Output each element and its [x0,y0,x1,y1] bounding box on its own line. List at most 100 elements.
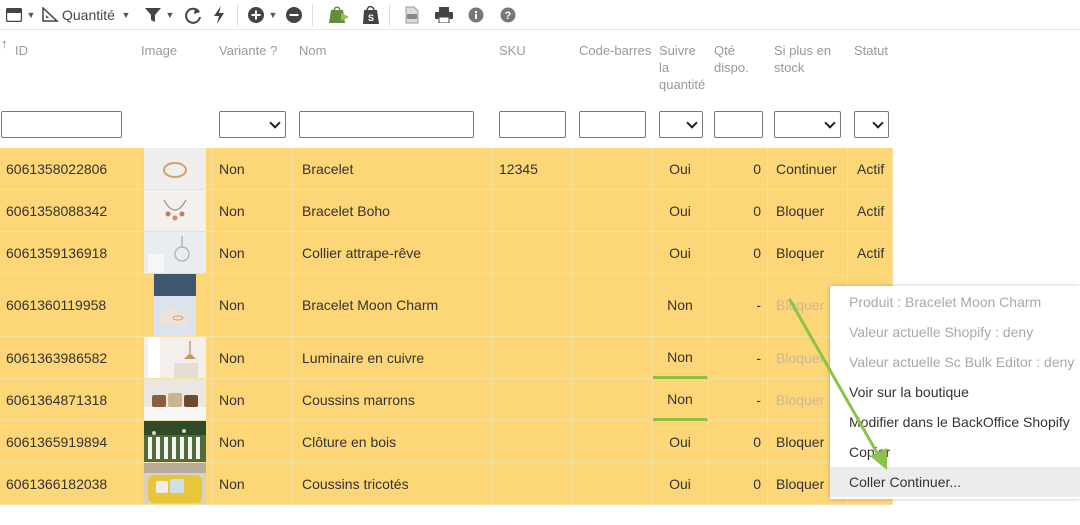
cell-sku[interactable] [493,421,573,463]
cell-code-barres[interactable] [573,379,653,421]
header-si-plus-en-stock[interactable]: Si plus en stock [774,42,840,76]
filter-statut-select[interactable] [854,111,889,138]
header-statut[interactable]: Statut [854,42,888,59]
cell-suivre[interactable]: Oui [653,148,708,190]
cell-qte[interactable]: - [708,274,768,337]
cell-sku[interactable] [493,337,573,379]
table-row[interactable]: 6061364871318 Non Coussins marrons Non -… [0,379,893,421]
shopify-sync-button[interactable] [327,1,351,29]
cell-nom[interactable]: Clôture en bois [293,421,493,463]
cell-statut[interactable]: Actif [848,232,893,274]
cell-id[interactable]: 6061365919894 [0,421,138,463]
cell-variante[interactable]: Non [213,232,293,274]
cell-qte[interactable]: - [708,379,768,421]
header-code-barres[interactable]: Code-barres [579,42,651,59]
cell-stock[interactable]: Bloquer [768,232,848,274]
cell-variante[interactable]: Non [213,190,293,232]
csv-export-button[interactable] [402,1,422,29]
header-image[interactable]: Image [141,42,177,59]
cell-qte[interactable]: - [708,337,768,379]
cell-suivre[interactable]: Non [653,337,708,379]
cell-code-barres[interactable] [573,274,653,337]
cell-suivre[interactable]: Oui [653,190,708,232]
lightning-button[interactable] [209,1,229,29]
menu-item-modifier-backoffice[interactable]: Modifier dans le BackOffice Shopify [830,407,1080,437]
cell-image[interactable] [138,379,213,421]
sort-ascending-icon[interactable]: ↑ [1,36,8,51]
filter-code-barres-input[interactable] [579,111,646,138]
cell-qte[interactable]: 0 [708,190,768,232]
cell-code-barres[interactable] [573,463,653,505]
cell-code-barres[interactable] [573,190,653,232]
filter-suivre-select[interactable] [659,111,703,138]
cell-image[interactable] [138,190,213,232]
table-row[interactable]: 6061363986582 Non Luminaire en cuivre No… [0,337,893,379]
cell-variante[interactable]: Non [213,337,293,379]
cell-variante[interactable]: Non [213,421,293,463]
menu-item-coller-continuer[interactable]: Coller Continuer... [830,467,1080,497]
header-qte-dispo[interactable]: Qté dispo. [714,42,758,76]
cell-variante[interactable]: Non [213,148,293,190]
cell-sku[interactable] [493,274,573,337]
cell-sku[interactable] [493,463,573,505]
add-dropdown[interactable]: ▼ [246,1,280,29]
cell-variante[interactable]: Non [213,463,293,505]
cell-id[interactable]: 6061358088342 [0,190,138,232]
filter-qte-input[interactable] [714,111,763,138]
cell-id[interactable]: 6061366182038 [0,463,138,505]
cell-qte[interactable]: 0 [708,148,768,190]
header-nom[interactable]: Nom [299,42,326,59]
menu-item-voir-boutique[interactable]: Voir sur la boutique [830,377,1080,407]
cell-nom[interactable]: Coussins tricotés [293,463,493,505]
cell-sku[interactable] [493,190,573,232]
cell-code-barres[interactable] [573,421,653,463]
remove-button[interactable] [284,1,304,29]
cell-statut[interactable]: Actif [848,190,893,232]
help-button[interactable]: ? [498,1,518,29]
header-variante[interactable]: Variante ? [219,42,277,59]
header-sku[interactable]: SKU [499,42,526,59]
cell-nom[interactable]: Bracelet Moon Charm [293,274,493,337]
cell-variante[interactable]: Non [213,379,293,421]
table-row[interactable]: 6061358022806 Non Bracelet 12345 Oui 0 C… [0,148,893,190]
cell-sku[interactable] [493,232,573,274]
cell-qte[interactable]: 0 [708,232,768,274]
cell-nom[interactable]: Bracelet Boho [293,190,493,232]
print-button[interactable] [434,1,454,29]
cell-sku[interactable] [493,379,573,421]
cell-nom[interactable]: Luminaire en cuivre [293,337,493,379]
table-row[interactable]: 6061358088342 Non Bracelet Boho Oui 0 Bl… [0,190,893,232]
cell-image[interactable] [138,421,213,463]
cell-id[interactable]: 6061359136918 [0,232,138,274]
cell-image[interactable] [138,148,213,190]
cell-sku[interactable]: 12345 [493,148,573,190]
cell-code-barres[interactable] [573,337,653,379]
filter-sku-input[interactable] [499,111,566,138]
cell-image[interactable] [138,337,213,379]
cell-image[interactable] [138,232,213,274]
view-dropdown[interactable]: ▼ [4,1,38,29]
filter-nom-input[interactable] [299,111,474,138]
filter-stock-select[interactable] [774,111,841,138]
table-row[interactable]: 6061360119958 Non Bracelet Moon Charm No… [0,274,893,337]
cell-code-barres[interactable] [573,148,653,190]
cell-id[interactable]: 6061363986582 [0,337,138,379]
header-suivre-quantite[interactable]: Suivre la quantité [659,42,709,93]
cell-nom[interactable]: Bracelet [293,148,493,190]
cell-stock[interactable]: Continuer [768,148,848,190]
table-row[interactable]: 6061365919894 Non Clôture en bois Oui 0 … [0,421,893,463]
shopify-button[interactable]: S [361,1,381,29]
cell-suivre[interactable]: Non [653,274,708,337]
cell-stock[interactable]: Bloquer [768,190,848,232]
cell-image[interactable] [138,274,213,337]
menu-item-copier[interactable]: Copier [830,437,1080,467]
cell-suivre[interactable]: Oui [653,463,708,505]
table-row[interactable]: 6061359136918 Non Collier attrape-rêve O… [0,232,893,274]
cell-qte[interactable]: 0 [708,463,768,505]
cell-suivre[interactable]: Oui [653,232,708,274]
cell-statut[interactable]: Actif [848,148,893,190]
cell-nom[interactable]: Collier attrape-rêve [293,232,493,274]
refresh-button[interactable] [183,1,203,29]
cell-qte[interactable]: 0 [708,421,768,463]
table-row[interactable]: 6061366182038 Non Coussins tricotés Oui … [0,463,893,505]
